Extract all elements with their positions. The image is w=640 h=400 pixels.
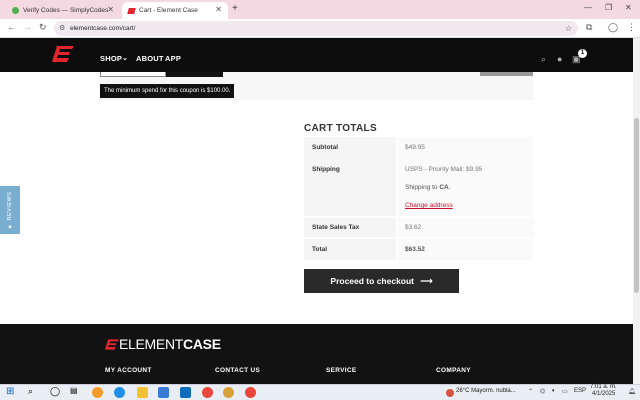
footer-company[interactable]: COMPANY	[436, 367, 471, 374]
total-label: Total	[304, 239, 396, 260]
chrome-profile-icon[interactable]	[223, 387, 234, 398]
simplycodes-favicon-icon	[12, 7, 19, 14]
url-text: elementcase.com/cart/	[70, 25, 136, 32]
tax-row: State Sales Tax $3.62	[304, 218, 533, 237]
tab-simplycodes[interactable]: Verify Codes — SimplyCodes ✕	[6, 2, 120, 19]
subtotal-row: Subtotal $49.95	[304, 137, 533, 159]
tax-value: $3.62	[398, 218, 533, 237]
shipping-to-text: Shipping to	[405, 184, 440, 191]
store-icon[interactable]	[158, 387, 169, 398]
shipping-label: Shipping	[304, 159, 396, 216]
nav-about[interactable]: ABOUT	[136, 54, 164, 63]
nav-app[interactable]: APP	[165, 54, 181, 63]
browser-tab-bar: Verify Codes — SimplyCodes ✕ Cart - Elem…	[0, 0, 640, 19]
scrollbar-thumb[interactable]	[634, 118, 639, 293]
copilot-icon[interactable]	[92, 387, 103, 398]
tax-label: State Sales Tax	[304, 218, 396, 237]
reload-icon[interactable]: ↻	[39, 22, 47, 33]
total-row: Total $63.52	[304, 239, 533, 260]
new-tab-icon[interactable]: +	[232, 3, 238, 14]
shipping-method: USPS - Priority Mail: $9.95	[405, 166, 483, 173]
page-scrollbar[interactable]	[633, 38, 640, 384]
subtotal-label: Subtotal	[304, 137, 396, 159]
close-tab-icon[interactable]: ✕	[107, 5, 114, 14]
tab-cart[interactable]: Cart - Element Case ✕	[122, 2, 228, 19]
language-indicator[interactable]: ESP	[574, 388, 586, 394]
shipping-details: USPS - Priority Mail: $9.95 Shipping to …	[398, 159, 533, 216]
elementcase-logo-icon	[105, 339, 119, 350]
url-field[interactable]: ⚙ elementcase.com/cart/ ☆	[54, 21, 578, 36]
change-address-link[interactable]: Change address	[405, 202, 453, 209]
menu-icon[interactable]: ⋮	[627, 22, 636, 33]
coupon-error-message: The minimum spend for this coupon is $10…	[100, 84, 235, 98]
close-window-icon[interactable]: ✕	[625, 3, 632, 12]
cart-totals-title: CART TOTALS	[304, 123, 377, 134]
elementcase-logo-icon[interactable]	[52, 46, 74, 62]
tab-label: Verify Codes — SimplyCodes	[23, 7, 109, 14]
weather-icon[interactable]	[446, 389, 454, 397]
apply-coupon-button[interactable]	[166, 72, 223, 77]
shop-chevron-down-icon[interactable]: ⌄	[122, 54, 128, 62]
account-icon[interactable]: ●	[557, 54, 562, 64]
search-icon[interactable]: ⌕	[28, 386, 39, 397]
extensions-icon[interactable]: ⧉	[586, 22, 592, 33]
shipping-row: Shipping USPS - Priority Mail: $9.95 Shi…	[304, 159, 533, 216]
footer-my-account[interactable]: MY ACCOUNT	[105, 367, 152, 374]
coupon-code-input[interactable]	[100, 72, 166, 77]
footer-logo-element: ELEMENT	[119, 336, 184, 352]
site-header: SHOP ⌄ ABOUT APP ⌕ ● ▣ 1	[0, 38, 633, 72]
notification-bell-icon[interactable]: 🔔︎	[628, 388, 636, 395]
address-bar-row: ← → ↻ ⚙ elementcase.com/cart/ ☆ ⧉ ◯ ⋮	[0, 19, 640, 38]
footer-service[interactable]: SERVICE	[326, 367, 357, 374]
bookmark-star-icon[interactable]: ☆	[565, 21, 572, 36]
footer-logo-case: CASE	[183, 336, 221, 352]
nav-shop[interactable]: SHOP	[100, 54, 122, 63]
battery-icon[interactable]: ▭	[562, 388, 568, 395]
checkout-label: Proceed to checkout	[330, 276, 415, 286]
cart-count-badge: 1	[578, 49, 587, 58]
proceed-to-checkout-button[interactable]: Proceed to checkout ⟶	[304, 269, 459, 293]
weather-text[interactable]: 26°C Mayorm. nubla...	[456, 388, 516, 394]
profile-icon[interactable]: ◯	[608, 22, 618, 33]
update-cart-button[interactable]	[480, 72, 533, 76]
edge-icon[interactable]	[114, 387, 125, 398]
elementcase-favicon-icon	[127, 7, 136, 14]
clock-date[interactable]: 4/1/2025	[592, 391, 615, 397]
volume-icon[interactable]: 🔈︎	[552, 388, 556, 395]
reviews-side-tab[interactable]: ★ REVIEWS	[0, 186, 20, 234]
site-info-icon[interactable]: ⚙	[59, 21, 65, 36]
clock-time[interactable]: 7:01 a. m.	[590, 384, 617, 390]
forward-icon[interactable]: →	[23, 22, 32, 32]
file-explorer-icon[interactable]	[137, 387, 148, 398]
widgets-icon[interactable]: ▤	[70, 386, 81, 397]
tray-chevron-up-icon[interactable]: ⌃	[528, 388, 533, 395]
windows-start-icon[interactable]: ⊞	[6, 386, 17, 397]
tab-label: Cart - Element Case	[139, 7, 198, 14]
chrome-window-icon[interactable]	[245, 387, 256, 398]
site-footer: ELEMENTCASE MY ACCOUNT CONTACT US SERVIC…	[0, 324, 633, 384]
restore-icon[interactable]: ❐	[605, 3, 612, 12]
outlook-icon[interactable]	[180, 387, 191, 398]
shipping-region: CA	[439, 184, 449, 191]
footer-logo[interactable]: ELEMENTCASE	[105, 336, 221, 352]
network-icon[interactable]: ⌬	[540, 388, 545, 395]
chrome-icon[interactable]	[202, 387, 213, 398]
search-icon[interactable]: ⌕	[541, 54, 546, 65]
arrow-right-icon: ⟶	[420, 276, 433, 286]
minimize-icon[interactable]: —	[584, 3, 592, 12]
back-icon[interactable]: ←	[7, 22, 16, 32]
total-value: $63.52	[398, 239, 533, 260]
shipping-destination: Shipping to CA.	[405, 184, 451, 191]
task-view-icon[interactable]: ◯	[50, 386, 61, 397]
subtotal-value: $49.95	[398, 137, 533, 159]
footer-contact-us[interactable]: CONTACT US	[215, 367, 260, 374]
close-tab-icon[interactable]: ✕	[215, 5, 222, 14]
windows-taskbar: ⊞ ⌕ ◯ ▤ 26°C Mayorm. nubla... ⌃ ⌬ 🔈︎ ▭ E…	[0, 384, 640, 400]
